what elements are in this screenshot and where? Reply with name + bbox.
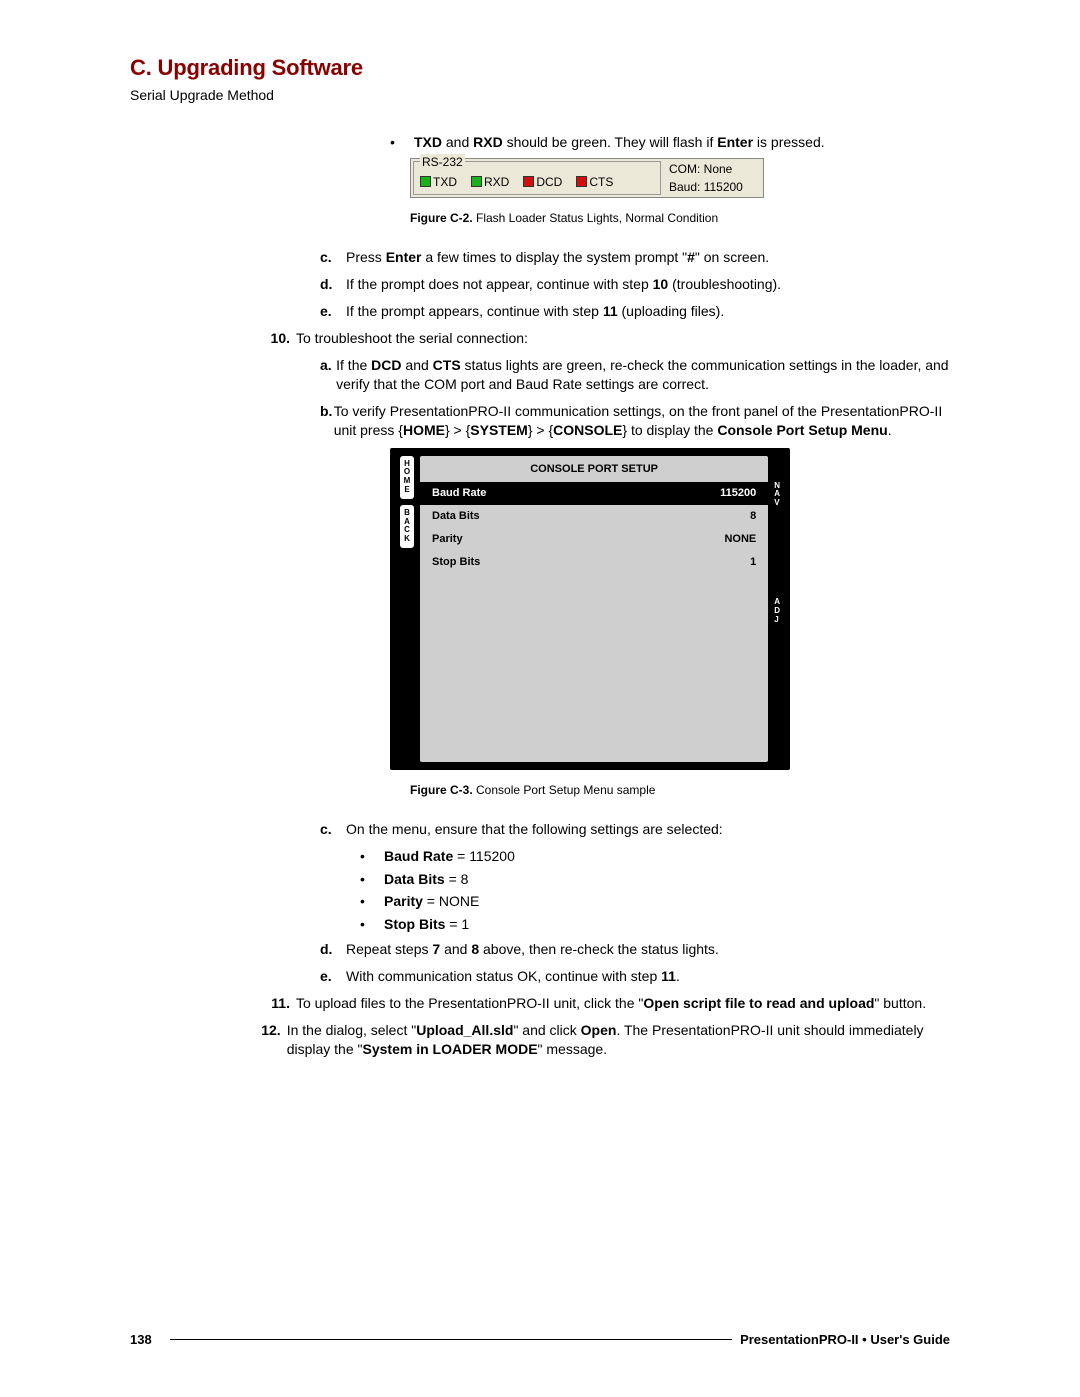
console-title: CONSOLE PORT SETUP [420, 456, 768, 483]
subtitle: Serial Upgrade Method [130, 87, 950, 103]
page: C. Upgrading Software Serial Upgrade Met… [0, 0, 1080, 1397]
console-menu: HOME BACK CONSOLE PORT SETUP Baud Rate11… [390, 448, 790, 770]
label-nav: NAV [774, 482, 780, 508]
step-10-b: b. To verify PresentationPRO-II communic… [320, 402, 950, 440]
step-10-a: a. If the DCD and CTS status lights are … [320, 356, 950, 394]
console-row-databits: Data Bits8 [420, 505, 768, 528]
console-screen: CONSOLE PORT SETUP Baud Rate115200 Data … [420, 456, 768, 762]
rs232-info: COM: None Baud: 115200 [661, 161, 761, 195]
step-11: 11. To upload files to the PresentationP… [260, 994, 950, 1013]
figure-c2-caption: Figure C-2. Flash Loader Status Lights, … [410, 210, 950, 226]
step-10-c: c. On the menu, ensure that the followin… [320, 820, 950, 839]
step-10-d: d. Repeat steps 7 and 8 above, then re-c… [320, 940, 950, 959]
figure-c3-caption: Figure C-3. Console Port Setup Menu samp… [410, 782, 950, 798]
light-rxd: RXD [471, 174, 509, 190]
section-title: C. Upgrading Software [130, 55, 950, 81]
footer-rule [170, 1339, 732, 1340]
rs232-com: COM: None [669, 161, 761, 177]
console-right-labels: NAV ADJ [774, 456, 780, 762]
footer-guide: PresentationPRO-II • User's Guide [740, 1332, 950, 1347]
page-number: 138 [130, 1332, 152, 1347]
footer: 138 PresentationPRO-II • User's Guide [130, 1332, 950, 1347]
square-icon [523, 176, 534, 187]
step-c: c. Press Enter a few times to display th… [320, 248, 950, 267]
rs232-panel: RS-232 TXD RXD DCD CTS COM: None Baud: 1… [410, 158, 764, 198]
light-cts: CTS [576, 174, 613, 190]
setting-databits: •Data Bits = 8 [360, 870, 950, 889]
step-10: 10. To troubleshoot the serial connectio… [260, 329, 950, 348]
step-12: 12. In the dialog, select "Upload_All.sl… [260, 1021, 950, 1059]
step-10-e: e. With communication status OK, continu… [320, 967, 950, 986]
light-dcd: DCD [523, 174, 562, 190]
tab-back: BACK [400, 505, 414, 548]
console-row-parity: ParityNONE [420, 528, 768, 551]
console-row-stopbits: Stop Bits1 [420, 551, 768, 574]
setting-parity: •Parity = NONE [360, 892, 950, 911]
square-icon [576, 176, 587, 187]
square-icon [420, 176, 431, 187]
step-e: e. If the prompt appears, continue with … [320, 302, 950, 321]
light-txd: TXD [420, 174, 457, 190]
square-icon [471, 176, 482, 187]
body-column: • TXD and RXD should be green. They will… [290, 133, 950, 1059]
tab-home: HOME [400, 456, 414, 499]
intro-bullet: • TXD and RXD should be green. They will… [390, 133, 950, 152]
rs232-legend: RS-232 [420, 154, 465, 170]
rs232-baud: Baud: 115200 [669, 179, 761, 195]
console-row-baud: Baud Rate115200 [420, 482, 768, 505]
rs232-lights-frame: RS-232 TXD RXD DCD CTS [413, 161, 661, 195]
bullet-dot: • [390, 133, 414, 152]
setting-stopbits: •Stop Bits = 1 [360, 915, 950, 934]
step-d: d. If the prompt does not appear, contin… [320, 275, 950, 294]
intro-bullet-text: TXD and RXD should be green. They will f… [414, 133, 825, 152]
label-adj: ADJ [774, 598, 780, 624]
rs232-lights: TXD RXD DCD CTS [420, 174, 656, 190]
console-left-tabs: HOME BACK [400, 456, 414, 762]
setting-baud: •Baud Rate = 115200 [360, 847, 950, 866]
